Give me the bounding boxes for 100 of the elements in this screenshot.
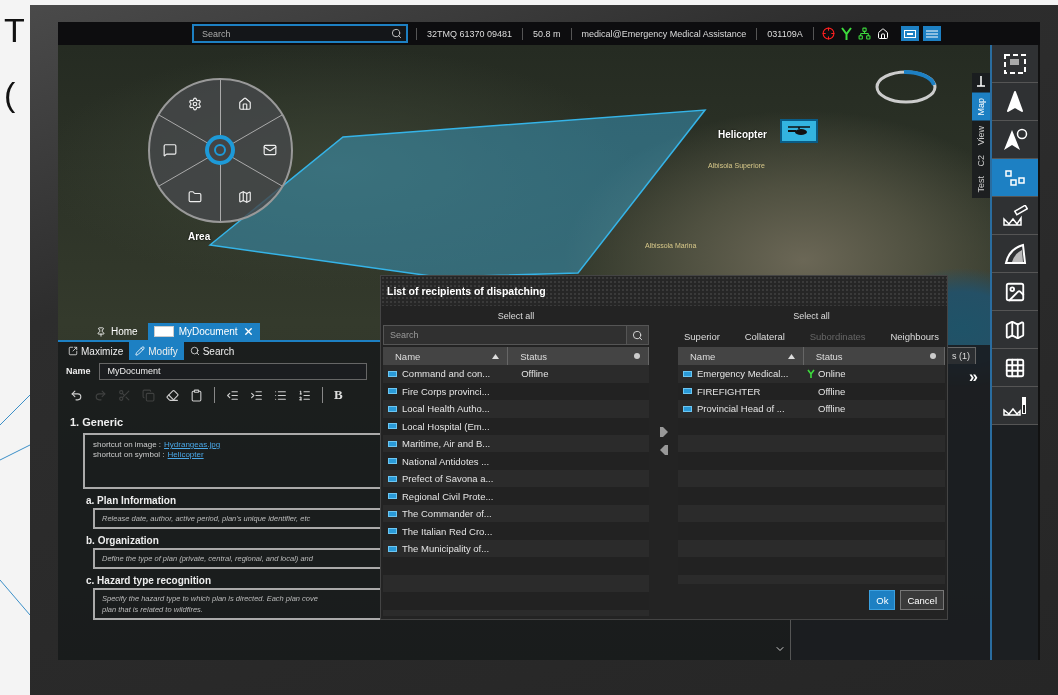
recipient-name[interactable]: Provincial Head of ... <box>678 403 803 415</box>
document-tab[interactable]: Home <box>90 323 144 340</box>
panel-action-button[interactable]: Modify <box>129 342 184 360</box>
name-field[interactable]: MyDocument <box>98 362 367 380</box>
editor-tool-button[interactable] <box>70 388 83 402</box>
sort-ascending-icon <box>787 353 795 359</box>
recipient-name[interactable]: FIREFIGHTER <box>678 385 803 397</box>
recipient-name[interactable]: The Commander of... <box>383 508 500 520</box>
editor-tool-button[interactable] <box>274 388 287 402</box>
search-field[interactable]: Search <box>192 24 408 43</box>
recipient-name[interactable]: Local Hospital (Em... <box>383 420 500 432</box>
panel-tab[interactable]: s (1) <box>946 347 976 364</box>
selection-icon <box>1003 52 1027 75</box>
column-header-label: Status <box>520 350 548 362</box>
grid-icon <box>1004 356 1026 379</box>
unit-icon <box>388 370 397 377</box>
image-icon <box>1004 280 1026 303</box>
subsection-heading: c. Hazard type recognition <box>86 575 212 586</box>
helicopter-symbol[interactable] <box>780 119 818 143</box>
view-button[interactable] <box>900 26 919 41</box>
select-all-button[interactable]: Select all <box>678 306 945 325</box>
select-all-button[interactable]: Select all <box>383 306 649 325</box>
map-tool-button[interactable] <box>992 159 1038 197</box>
network-icon[interactable] <box>857 27 871 40</box>
recipient-name[interactable]: Local Health Autho... <box>383 403 500 415</box>
map-tool-button[interactable] <box>992 273 1038 311</box>
recipient-name[interactable]: Maritime, Air and B... <box>383 438 500 450</box>
recipient-name[interactable]: National Antidotes ... <box>383 455 500 467</box>
unit-icon <box>683 405 692 412</box>
arrow-compass-icon <box>1002 127 1028 152</box>
recipient-name[interactable]: Prefect of Savona a... <box>383 473 500 485</box>
arrow-left-icon <box>659 445 668 455</box>
map-tool-button[interactable] <box>992 197 1038 235</box>
panel-action-button[interactable]: Maximize <box>62 342 130 360</box>
view-tab[interactable]: Map <box>972 93 990 121</box>
menu-icon <box>925 29 938 38</box>
recipient-name[interactable]: Emergency Medical... <box>678 368 803 380</box>
unit-icon <box>683 370 692 377</box>
shortcut-link[interactable]: Helicopter <box>167 450 204 459</box>
column-header-label: Name <box>690 350 716 362</box>
unit-icon <box>683 388 692 395</box>
map-tool-button[interactable] <box>992 83 1038 121</box>
eraser-icon <box>166 388 179 402</box>
editor-tool-button[interactable] <box>298 388 311 402</box>
dialog-button[interactable]: Ok <box>869 590 896 610</box>
recipient-name[interactable]: The Municipality of... <box>383 543 500 555</box>
indent-icon <box>250 388 263 402</box>
map-tool-button[interactable] <box>992 387 1038 425</box>
recipient-name[interactable]: Command and con... <box>383 368 500 380</box>
editor-tool-button[interactable] <box>166 388 179 402</box>
pin-icon[interactable] <box>977 76 985 90</box>
filter-tab[interactable]: Superior <box>684 330 720 342</box>
center-target-icon[interactable] <box>204 134 236 166</box>
sort-ascending-icon <box>492 353 500 359</box>
map-tool-button[interactable] <box>992 121 1038 159</box>
shortcut-link[interactable]: Hydrangeas.jpg <box>164 440 221 449</box>
bullet-list-icon <box>274 388 287 402</box>
recipient-name[interactable]: The Italian Red Cro... <box>383 525 500 537</box>
column-header-label: Status <box>815 350 843 362</box>
subsection-heading: b. Organization <box>86 535 159 546</box>
panel-action-button[interactable]: Search <box>183 342 241 360</box>
view-tab[interactable]: C2 <box>972 149 990 172</box>
map-label: Area <box>188 231 211 242</box>
map-tool-button[interactable] <box>992 45 1038 83</box>
map-tool-button[interactable] <box>992 311 1038 349</box>
name-label: Name <box>66 366 91 376</box>
move-left-button[interactable] <box>659 445 668 455</box>
home-icon[interactable] <box>876 27 889 40</box>
document-icon <box>153 326 174 337</box>
status-cell-text: Offline <box>520 368 550 380</box>
view-tab[interactable]: View <box>972 120 990 150</box>
view-tab[interactable]: Test <box>972 171 990 198</box>
bold-button[interactable]: B <box>334 387 343 403</box>
move-right-button[interactable] <box>659 427 668 437</box>
map-tool-button[interactable] <box>992 349 1038 387</box>
unit-icon <box>388 405 397 412</box>
map-tool-button[interactable] <box>992 235 1038 273</box>
search-icon[interactable] <box>391 28 402 39</box>
editor-tool-button[interactable] <box>250 388 263 402</box>
document-tab[interactable]: MyDocument <box>147 323 260 340</box>
editor-tool-button[interactable] <box>226 388 239 402</box>
numbered-list-icon <box>298 388 311 402</box>
filter-tab[interactable]: Collateral <box>744 330 785 342</box>
dialog-button[interactable]: Cancel <box>900 590 944 610</box>
search-button[interactable] <box>627 325 649 345</box>
close-icon[interactable] <box>242 326 254 337</box>
target-icon[interactable] <box>821 27 835 40</box>
editor-tool-button[interactable] <box>190 388 203 402</box>
recipient-name[interactable]: Fire Corps provinci... <box>383 385 500 397</box>
status-cell: Online <box>803 368 945 380</box>
search-field[interactable]: Search <box>383 325 627 345</box>
menu-button[interactable] <box>922 26 941 41</box>
clipboard-icon <box>190 388 203 402</box>
compass-ring[interactable] <box>874 69 938 105</box>
slide-text-fragment: T <box>3 12 26 48</box>
satellite-map[interactable] <box>58 45 990 660</box>
expand-button[interactable]: » <box>969 369 978 385</box>
recipient-name[interactable]: Regional Civil Prote... <box>383 490 500 502</box>
filter-tab[interactable]: Neighbours <box>890 330 939 342</box>
antenna-icon[interactable] <box>840 27 852 40</box>
